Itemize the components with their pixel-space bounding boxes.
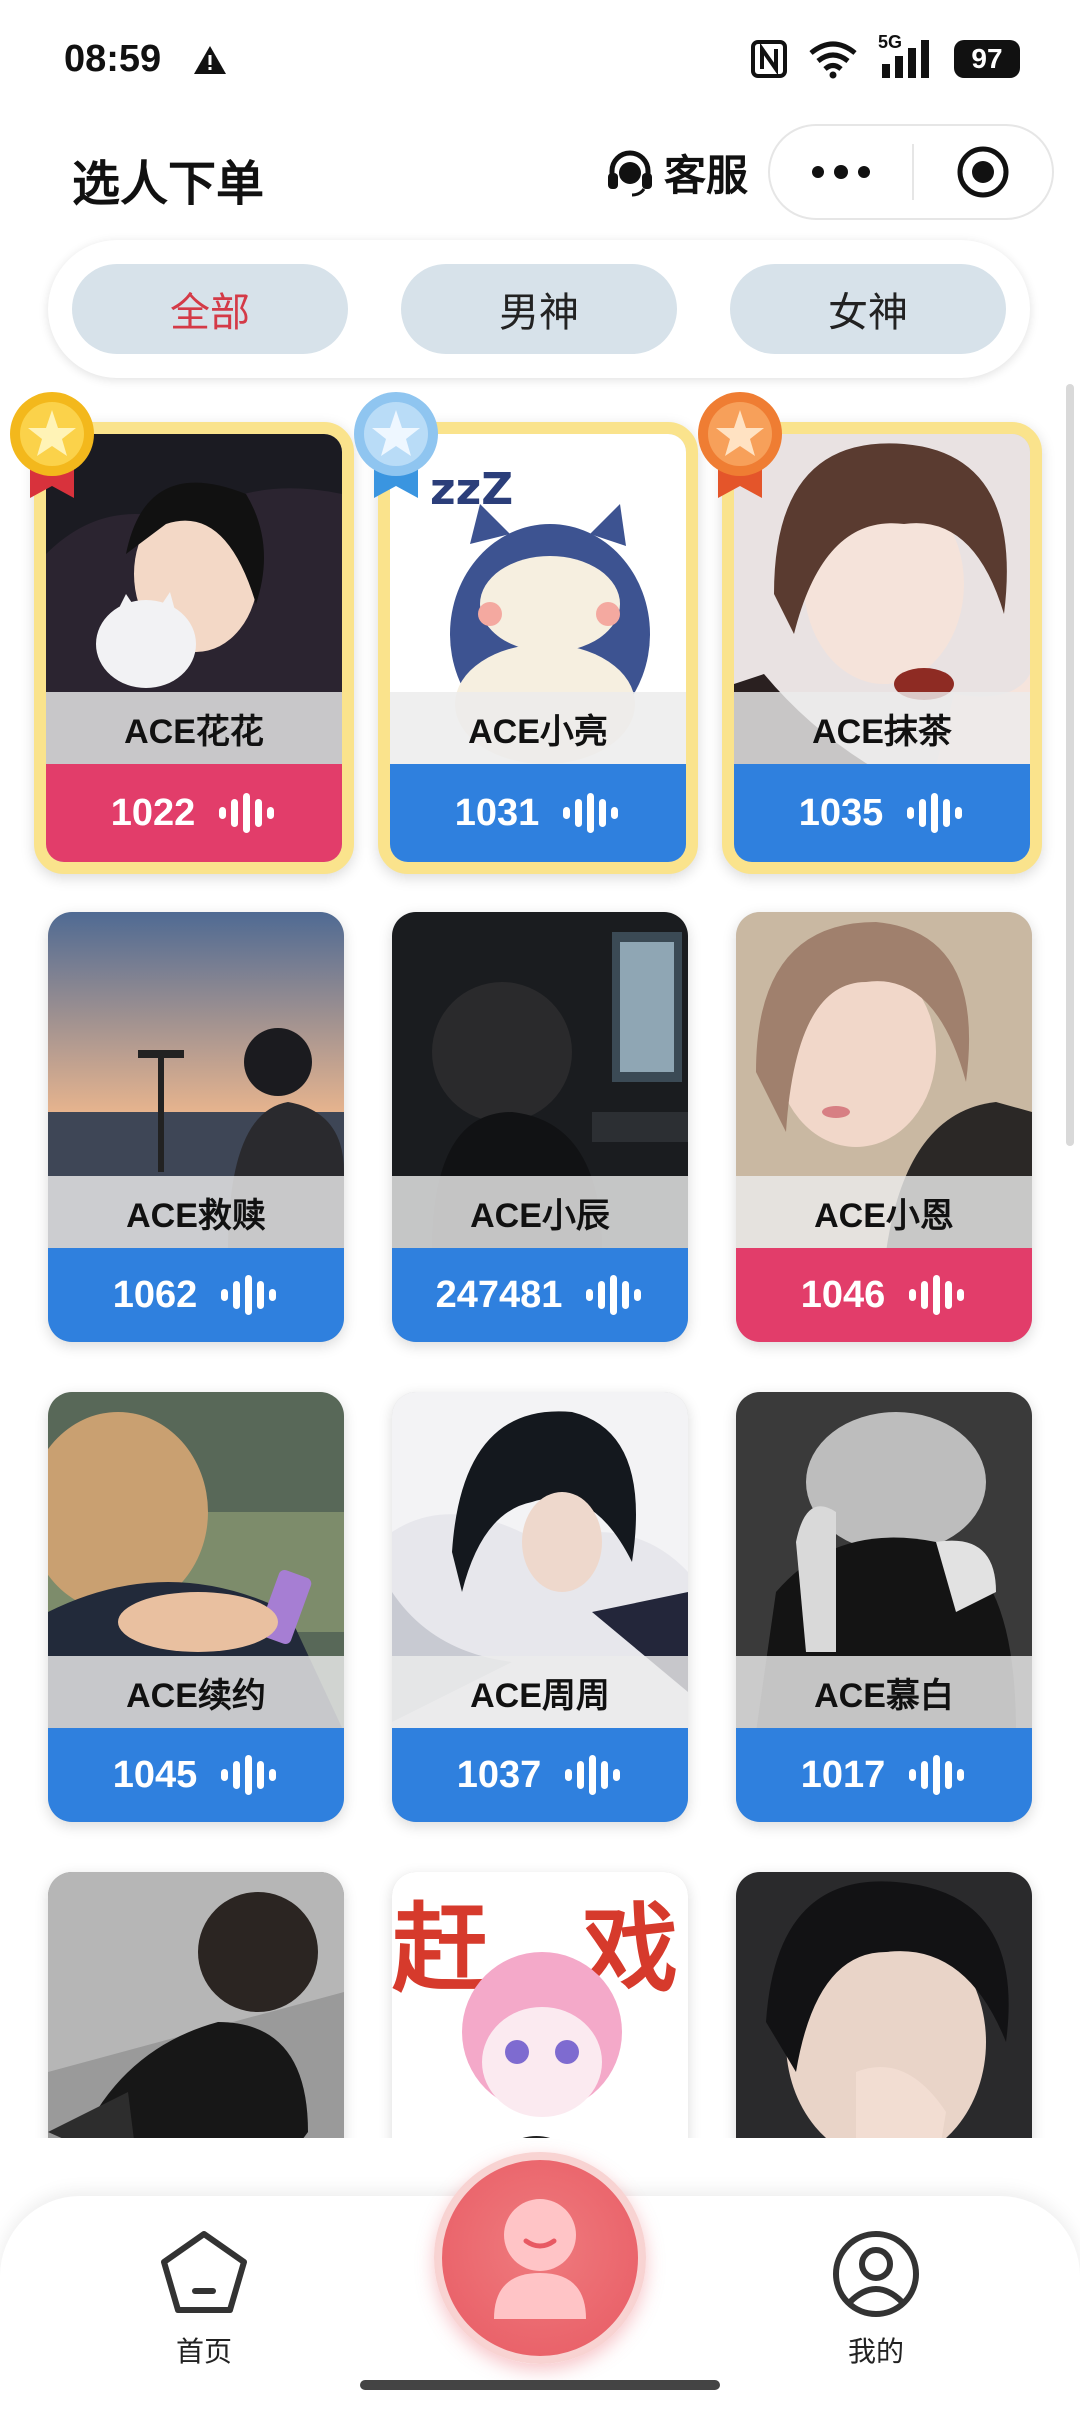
voice-wave-icon	[909, 1275, 965, 1315]
header: 选人下单 客服	[0, 120, 1080, 230]
player-id: 1062	[112, 1273, 198, 1316]
player-id: 1035	[798, 791, 884, 834]
player-id: 1031	[454, 791, 540, 834]
dot-icon	[834, 165, 848, 179]
player-id: 1046	[800, 1273, 886, 1316]
player-name: ACE续约	[48, 1656, 344, 1728]
nav-mine-label: 我的	[847, 2336, 904, 2367]
player-id: 247481	[435, 1273, 563, 1316]
player-grid: ACE花花 1022 zzZ ACE小亮 1031 ACE抹茶 1035 ACE…	[0, 390, 1060, 2138]
voice-wave-icon	[563, 793, 619, 833]
dot-icon	[858, 166, 870, 178]
player-card[interactable]: ACE小恩 1046	[736, 912, 1032, 1342]
player-card[interactable]	[48, 1872, 344, 2138]
player-name: ACE慕白	[736, 1656, 1032, 1728]
voice-wave-icon	[221, 1755, 277, 1795]
player-name: ACE小恩	[736, 1176, 1032, 1248]
tab-all[interactable]: 全部	[72, 264, 348, 354]
center-action-button[interactable]	[434, 2152, 646, 2364]
player-price-bar: 1062	[48, 1248, 344, 1342]
filter-tabs: 全部 男神 女神	[48, 240, 1030, 378]
svg-text:赶: 赶	[392, 1893, 489, 2005]
voice-wave-icon	[909, 1755, 965, 1795]
player-price-bar: 1031	[390, 764, 686, 862]
player-card[interactable]: 赶 戏	[392, 1872, 688, 2138]
voice-wave-icon	[565, 1755, 621, 1795]
player-card[interactable]: ACE小辰 247481	[392, 912, 688, 1342]
player-price-bar: 247481	[392, 1248, 688, 1342]
status-time: 08:59	[64, 38, 162, 80]
player-id: 1022	[110, 791, 196, 834]
wifi-icon	[809, 41, 857, 79]
nav-home-label: 首页	[175, 2336, 232, 2367]
tab-male[interactable]: 男神	[401, 264, 677, 354]
player-photo	[48, 1872, 344, 2138]
bronze-medal-icon	[698, 392, 782, 498]
mini-program-capsule	[768, 124, 1054, 220]
player-photo: 赶 戏	[392, 1872, 688, 2138]
scrollbar[interactable]	[1066, 384, 1074, 1146]
player-name: ACE救赎	[48, 1176, 344, 1248]
player-id: 1017	[800, 1753, 886, 1796]
player-name: ACE小亮	[390, 692, 686, 764]
target-icon	[957, 146, 1009, 198]
home-indicator	[360, 2380, 720, 2390]
nfc-icon	[751, 40, 787, 78]
page-title: 选人下单	[72, 158, 265, 211]
headset-icon	[608, 150, 652, 196]
battery-icon: 97	[954, 40, 1020, 78]
nav-mine[interactable]: 我的	[796, 2226, 956, 2370]
svg-text:zzZ: zzZ	[430, 464, 513, 515]
service-label: 客服	[664, 152, 749, 199]
player-name: ACE抹茶	[734, 692, 1030, 764]
tab-female[interactable]: 女神	[730, 264, 1006, 354]
player-price-bar: 1022	[46, 764, 342, 862]
more-button[interactable]	[770, 126, 912, 218]
player-name: ACE花花	[46, 692, 342, 764]
player-name: ACE小辰	[392, 1176, 688, 1248]
nav-home[interactable]: 首页	[124, 2226, 284, 2370]
player-price-bar: 1045	[48, 1728, 344, 1822]
silver-medal-icon	[354, 392, 438, 498]
voice-wave-icon	[221, 1275, 277, 1315]
close-miniprogram-button[interactable]	[914, 126, 1052, 218]
player-price-bar: 1046	[736, 1248, 1032, 1342]
player-name: ACE周周	[392, 1656, 688, 1728]
dot-icon	[812, 166, 824, 178]
customer-service-button[interactable]: 客服	[604, 142, 748, 203]
player-card[interactable]	[736, 1872, 1032, 2138]
alert-icon	[194, 46, 226, 74]
voice-wave-icon	[907, 793, 963, 833]
player-price-bar: 1035	[734, 764, 1030, 862]
status-bar: 08:59 5G 97	[0, 0, 1080, 120]
player-card[interactable]: ACE慕白 1017	[736, 1392, 1032, 1822]
profile-icon	[833, 2231, 919, 2317]
user-avatar-icon	[494, 2199, 586, 2319]
player-id: 1037	[456, 1753, 542, 1796]
player-card[interactable]: ACE周周 1037	[392, 1392, 688, 1822]
voice-wave-icon	[219, 793, 275, 833]
voice-wave-icon	[586, 1275, 642, 1315]
player-price-bar: 1017	[736, 1728, 1032, 1822]
player-card[interactable]: ACE续约 1045	[48, 1392, 344, 1822]
gold-medal-icon	[10, 392, 94, 498]
player-photo	[736, 1872, 1032, 2138]
player-id: 1045	[112, 1753, 198, 1796]
player-price-bar: 1037	[392, 1728, 688, 1822]
player-card[interactable]: ACE救赎 1062	[48, 912, 344, 1342]
home-icon	[161, 2231, 247, 2313]
signal-icon: 5G	[878, 32, 934, 80]
